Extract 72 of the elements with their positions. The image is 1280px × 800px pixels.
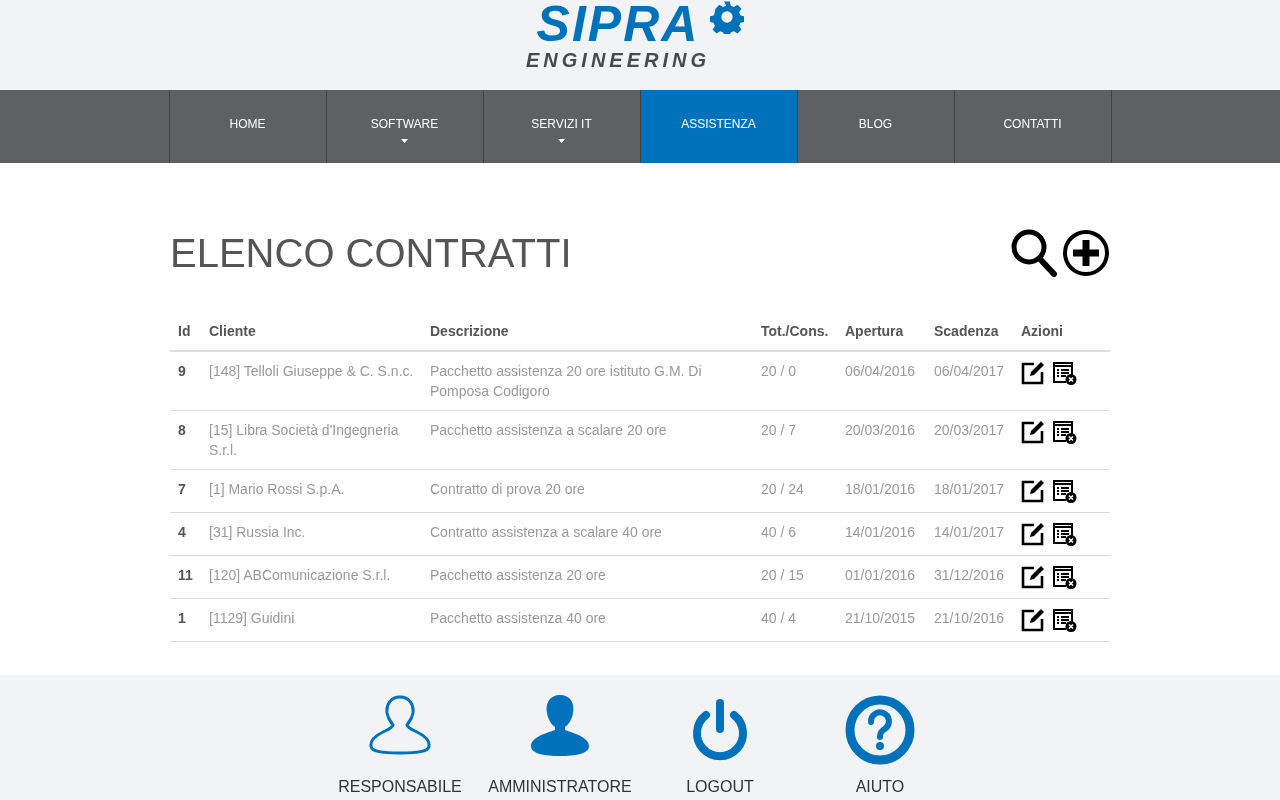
table-cell: [148] Telloli Giuseppe & C. S.n.c. — [201, 351, 422, 411]
nav-item[interactable]: BLOG — [797, 90, 955, 163]
column-header: Apertura — [837, 313, 926, 351]
table-cell: 21/10/2015 — [837, 598, 926, 642]
table-cell: 40 / 4 — [753, 598, 837, 642]
table-cell: 06/04/2017 — [926, 351, 1013, 411]
table-cell: 20/03/2017 — [926, 410, 1013, 470]
table-cell: 7 — [170, 469, 201, 513]
table-cell: 20 / 0 — [753, 351, 837, 411]
table-cell: 18/01/2016 — [837, 469, 926, 513]
edit-icon[interactable] — [1021, 522, 1045, 546]
table-cell: 14/01/2016 — [837, 512, 926, 556]
table-cell: 1 — [170, 598, 201, 642]
footer-link[interactable]: LOGOUT — [686, 775, 754, 799]
table-cell: 31/12/2016 — [926, 555, 1013, 599]
table-cell: [15] Libra Società d'Ingegneria S.r.l. — [201, 410, 422, 470]
nav-item[interactable]: SOFTWARE — [326, 90, 484, 163]
column-header: Id — [170, 313, 201, 351]
nav-item[interactable]: SERVIZI IT — [483, 90, 641, 163]
nav-item[interactable]: ASSISTENZA — [640, 90, 798, 163]
edit-icon[interactable] — [1021, 420, 1045, 444]
search-icon[interactable] — [1010, 228, 1058, 278]
column-header: Tot./Cons. — [753, 313, 837, 351]
delete-list-icon[interactable] — [1052, 479, 1077, 503]
table-cell: Pacchetto assistenza 20 ore istituto G.M. Di Pomposa Codigoro — [422, 351, 753, 411]
table-cell: Contratto assistenza a scalare 40 ore — [422, 512, 753, 556]
page-title: ELENCO CONTRATTI — [170, 230, 572, 277]
table-cell: 14/01/2017 — [926, 512, 1013, 556]
table-cell: 06/04/2016 — [837, 351, 926, 411]
delete-list-icon[interactable] — [1052, 522, 1077, 546]
delete-list-icon[interactable] — [1052, 565, 1077, 589]
table-cell: 21/10/2016 — [926, 598, 1013, 642]
table-cell: Contratto di prova 20 ore — [422, 469, 753, 513]
edit-icon[interactable] — [1021, 361, 1045, 385]
table-cell: [1] Mario Rossi S.p.A. — [201, 469, 422, 513]
column-header: Cliente — [201, 313, 422, 351]
table-cell: 20 / 15 — [753, 555, 837, 599]
footer-link[interactable]: AIUTO — [855, 775, 905, 799]
table-cell: 01/01/2016 — [837, 555, 926, 599]
edit-icon[interactable] — [1021, 479, 1045, 503]
table-cell: 9 — [170, 351, 201, 411]
table-cell: 4 — [170, 512, 201, 556]
delete-list-icon[interactable] — [1052, 361, 1077, 385]
table-cell: Pacchetto assistenza 40 ore — [422, 598, 753, 642]
table-cell: 18/01/2017 — [926, 469, 1013, 513]
footer-link[interactable]: RESPONSABILE — [338, 775, 462, 799]
help-icon[interactable] — [845, 695, 915, 765]
table-cell: Pacchetto assistenza 20 ore — [422, 555, 753, 599]
column-header: Descrizione — [422, 313, 753, 351]
column-header: Azioni — [1013, 313, 1110, 351]
table-cell: 40 / 6 — [753, 512, 837, 556]
gear-icon — [710, 0, 744, 34]
table-cell: [1129] Guidini — [201, 598, 422, 642]
table-cell: 11 — [170, 555, 201, 599]
edit-icon[interactable] — [1021, 608, 1045, 632]
table-cell: [31] Russia Inc. — [201, 512, 422, 556]
nav-item[interactable]: HOME — [169, 90, 327, 163]
edit-icon[interactable] — [1021, 565, 1045, 589]
footer-link[interactable]: AMMINISTRATORE — [488, 775, 632, 799]
table-cell: 20/03/2016 — [837, 410, 926, 470]
nav-item[interactable]: CONTATTI — [954, 90, 1112, 163]
delete-list-icon[interactable] — [1052, 608, 1077, 632]
table-cell: 20 / 24 — [753, 469, 837, 513]
table-cell: 8 — [170, 410, 201, 470]
table-cell: Pacchetto assistenza a scalare 20 ore — [422, 410, 753, 470]
column-header: Scadenza — [926, 313, 1013, 351]
table-cell: [120] ABComunicazione S.r.l. — [201, 555, 422, 599]
add-icon[interactable] — [1062, 229, 1110, 277]
logo-name: SIPRA — [536, 0, 700, 48]
logo-tagline: ENGINEERING — [526, 48, 710, 72]
table-cell: 20 / 7 — [753, 410, 837, 470]
delete-list-icon[interactable] — [1052, 420, 1077, 444]
